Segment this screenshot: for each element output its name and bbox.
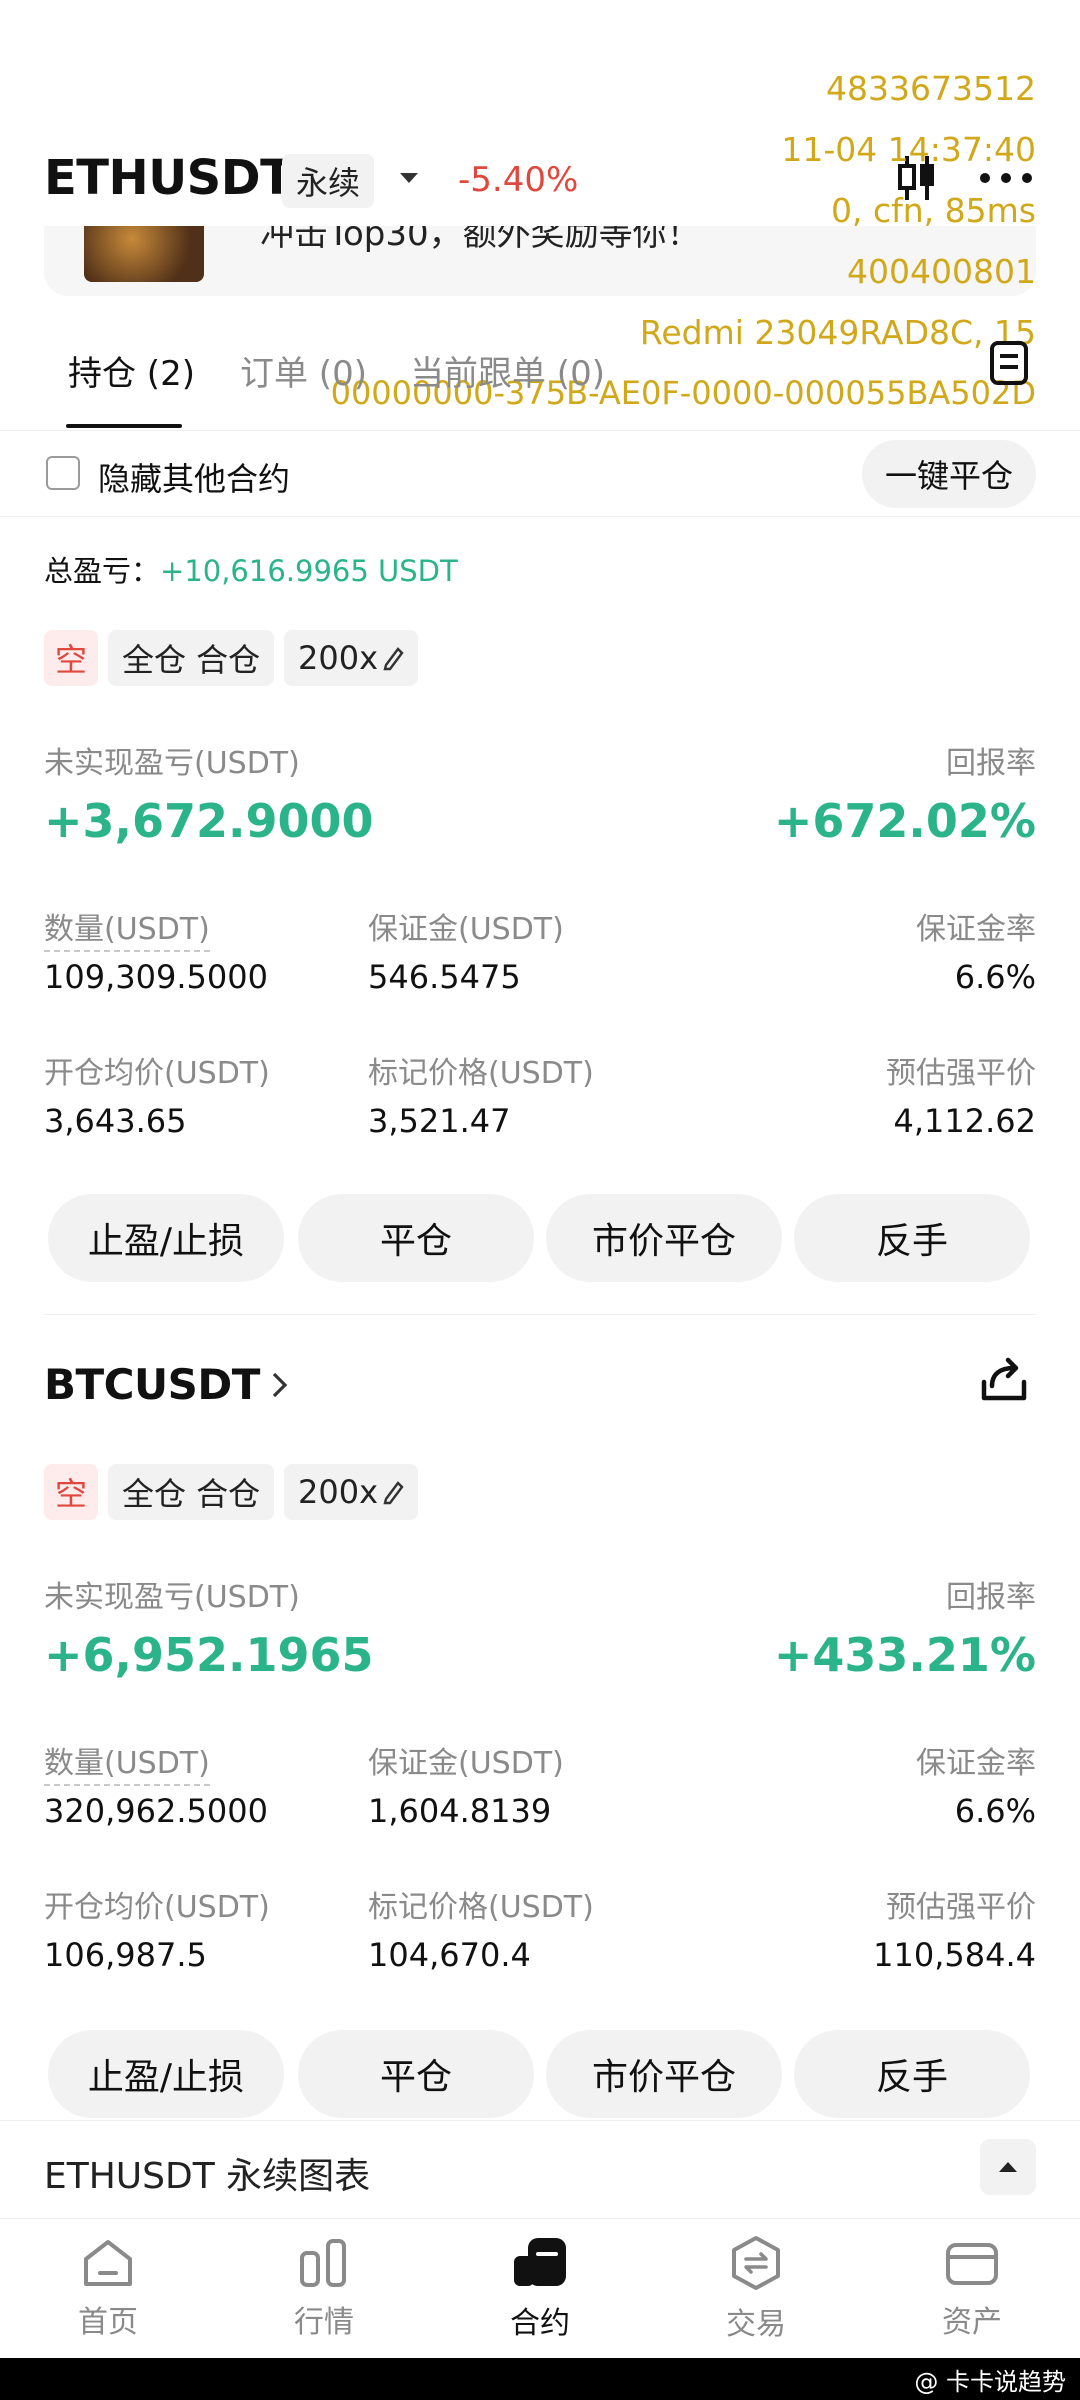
tab-positions[interactable]: 持仓 (2) <box>68 346 195 395</box>
nav-label: 行情 <box>294 2305 354 2340</box>
liq-price-label: 预估强平价 <box>886 1890 1036 1925</box>
nav-label: 资产 <box>942 2305 1002 2340</box>
position-symbol[interactable]: BTCUSDT <box>44 1360 260 1409</box>
close-position-button[interactable]: 平仓 <box>298 2030 534 2118</box>
nav-label: 合约 <box>510 2306 570 2341</box>
position-divider <box>44 1314 1036 1315</box>
overlay-line: 11-04 14:37:40 <box>781 130 1036 169</box>
tabs-divider <box>0 430 1080 431</box>
roe-value: +672.02% <box>773 794 1036 848</box>
quantity-label[interactable]: 数量(USDT) <box>44 904 210 952</box>
tp-sl-button[interactable]: 止盈/止损 <box>48 2030 284 2118</box>
overlay-line: 4833673512 <box>826 69 1036 108</box>
nav-home[interactable]: 首页 <box>0 2219 216 2359</box>
liq-price-label: 预估强平价 <box>886 1056 1036 1091</box>
margin-value: 546.5475 <box>368 958 521 996</box>
market-icon <box>300 2239 346 2287</box>
overlay-line: 400400801 <box>847 252 1036 291</box>
entry-price-value: 3,643.65 <box>44 1102 187 1140</box>
market-close-button[interactable]: 市价平仓 <box>546 1194 782 1282</box>
chart-drawer-bar[interactable]: ETHUSDT 永续图表 <box>0 2120 1080 2217</box>
active-tab-indicator <box>66 424 182 428</box>
liq-price-value: 110,584.4 <box>873 1936 1036 1974</box>
mark-price-label: 标记价格(USDT) <box>368 1056 594 1091</box>
entry-price-label: 开仓均价(USDT) <box>44 1890 270 1925</box>
trade-icon <box>732 2236 780 2290</box>
unrealized-pnl-value: +3,672.9000 <box>44 794 374 848</box>
tab-orders[interactable]: 订单 (0) <box>240 346 367 395</box>
expand-up-icon[interactable] <box>980 2139 1036 2195</box>
total-pnl: 总盈亏：+10,616.9965 USDT <box>44 548 458 590</box>
margin-value: 1,604.8139 <box>368 1792 552 1830</box>
total-pnl-value: +10,616.9965 USDT <box>160 554 458 588</box>
quantity-value: 109,309.5000 <box>44 958 268 996</box>
unrealized-pnl-label: 未实现盈亏(USDT) <box>44 746 300 781</box>
watermark: @ 卡卡说趋势 <box>914 2368 1066 2396</box>
unrealized-pnl-label: 未实现盈亏(USDT) <box>44 1580 300 1615</box>
hide-other-checkbox[interactable] <box>46 456 80 490</box>
nav-label: 首页 <box>78 2305 138 2340</box>
edit-icon <box>383 647 404 671</box>
close-position-button[interactable]: 平仓 <box>298 1194 534 1282</box>
bottom-nav: 首页 行情 合约 交易 资产 <box>0 2218 1080 2359</box>
liq-price-value: 4,112.62 <box>893 1102 1037 1140</box>
mark-price-value: 3,521.47 <box>368 1102 511 1140</box>
close-all-button[interactable]: 一键平仓 <box>862 440 1036 508</box>
margin-mode-badge: 全仓 合仓 <box>108 630 275 686</box>
unrealized-pnl-value: +6,952.1965 <box>44 1628 374 1682</box>
margin-mode-badge: 全仓 合仓 <box>108 1464 275 1520</box>
leverage-badge[interactable]: 200x <box>284 630 419 686</box>
market-close-button[interactable]: 市价平仓 <box>546 2030 782 2118</box>
roe-label: 回报率 <box>946 1580 1036 1615</box>
nav-market[interactable]: 行情 <box>216 2219 432 2359</box>
reverse-button[interactable]: 反手 <box>794 1194 1030 1282</box>
edit-icon <box>383 1481 404 1505</box>
roe-label: 回报率 <box>946 746 1036 781</box>
margin-ratio-value: 6.6% <box>954 958 1036 996</box>
total-pnl-label: 总盈亏： <box>44 554 161 588</box>
mark-price-label: 标记价格(USDT) <box>368 1890 594 1925</box>
margin-ratio-value: 6.6% <box>954 1792 1036 1830</box>
system-bottom-strip: @ 卡卡说趋势 <box>0 2358 1080 2400</box>
leverage-badge[interactable]: 200x <box>284 1464 419 1520</box>
share-icon[interactable] <box>976 1352 1032 1408</box>
order-history-icon[interactable] <box>986 338 1032 388</box>
entry-price-label: 开仓均价(USDT) <box>44 1056 270 1091</box>
tp-sl-button[interactable]: 止盈/止损 <box>48 1194 284 1282</box>
quantity-value: 320,962.5000 <box>44 1792 268 1830</box>
nav-trade[interactable]: 交易 <box>648 2219 864 2359</box>
chart-drawer-label: ETHUSDT 永续图表 <box>44 2156 371 2197</box>
futures-icon <box>514 2238 566 2286</box>
roe-value: +433.21% <box>773 1628 1036 1682</box>
leverage-value: 200x <box>298 1473 379 1511</box>
overlay-line: 0, cfn, 85ms <box>831 191 1036 230</box>
leverage-value: 200x <box>298 639 379 677</box>
margin-ratio-label: 保证金率 <box>916 1746 1036 1781</box>
nav-assets[interactable]: 资产 <box>864 2219 1080 2359</box>
quantity-label[interactable]: 数量(USDT) <box>44 1738 210 1786</box>
home-icon <box>84 2240 132 2286</box>
reverse-button[interactable]: 反手 <box>794 2030 1030 2118</box>
tab-copy-trading[interactable]: 当前跟单 (0) <box>410 346 605 395</box>
margin-ratio-label: 保证金率 <box>916 912 1036 947</box>
side-badge: 空 <box>44 630 98 686</box>
nav-label: 交易 <box>726 2307 786 2342</box>
side-badge: 空 <box>44 1464 98 1520</box>
margin-label: 保证金(USDT) <box>368 1746 564 1781</box>
entry-price-value: 106,987.5 <box>44 1936 207 1974</box>
chevron-right-icon[interactable] <box>270 1370 290 1404</box>
margin-label: 保证金(USDT) <box>368 912 564 947</box>
nav-futures[interactable]: 合约 <box>432 2219 648 2359</box>
wallet-icon <box>946 2243 998 2285</box>
hide-other-label: 隐藏其他合约 <box>98 460 291 498</box>
filters-divider <box>0 516 1080 517</box>
mark-price-value: 104,670.4 <box>368 1936 531 1974</box>
